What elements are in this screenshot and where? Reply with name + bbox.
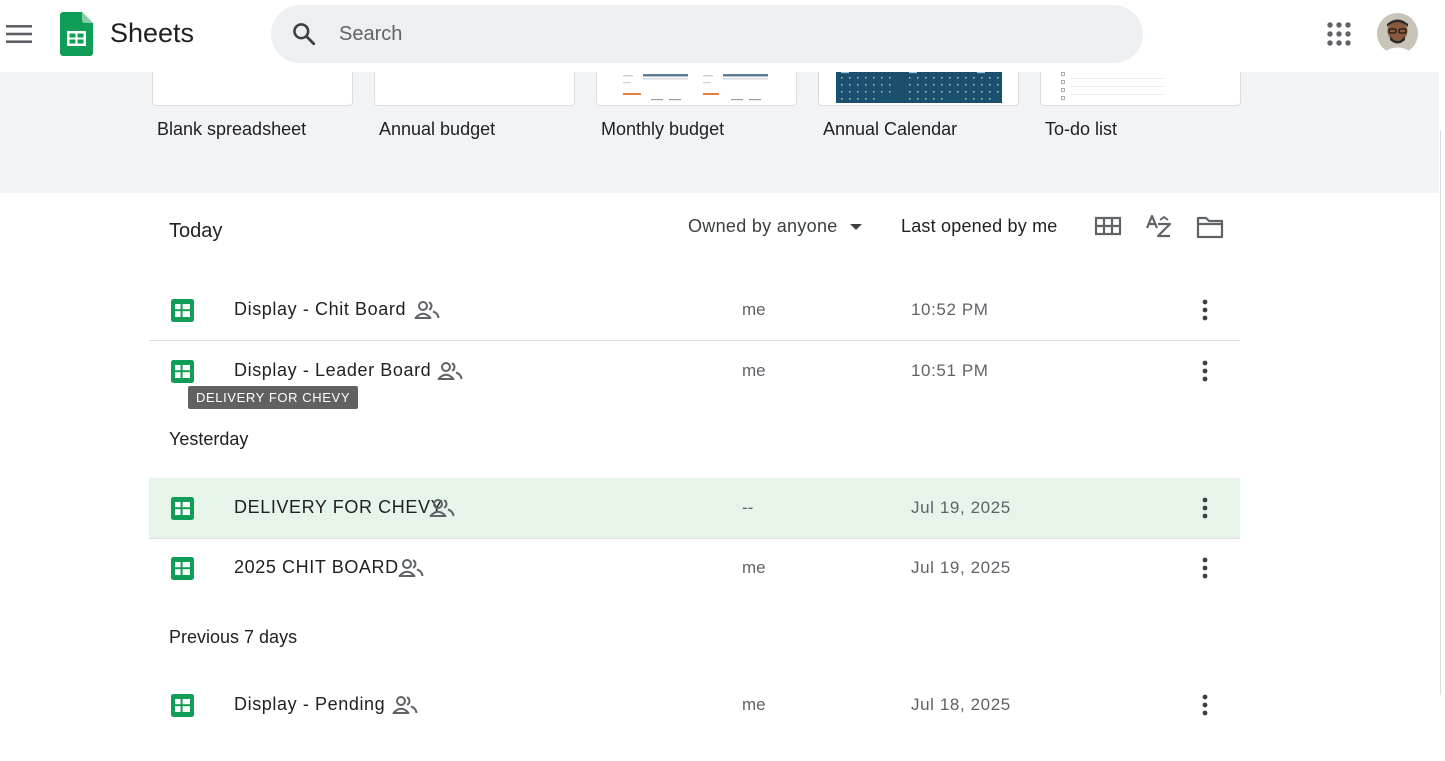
file-name[interactable]: DELIVERY FOR CHEVY	[234, 497, 443, 518]
main-menu-button[interactable]	[4, 16, 34, 52]
file-owner: me	[742, 361, 766, 380]
more-vert-icon[interactable]	[1193, 296, 1217, 324]
template-label[interactable]: Annual budget	[379, 119, 495, 140]
file-owner: me	[742, 558, 766, 577]
template-thumbnail-todo-list[interactable]	[1040, 70, 1241, 106]
top-bar: Sheets	[0, 0, 1445, 72]
shared-people-icon	[392, 696, 418, 714]
file-name[interactable]: Display - Pending	[234, 694, 385, 715]
todo-preview-icon	[1061, 72, 1165, 100]
file-name[interactable]: Display - Leader Board	[234, 360, 431, 381]
monthly-budget-preview-icon	[623, 70, 768, 101]
group-label-yesterday: Yesterday	[169, 429, 249, 449]
dropdown-caret-icon	[849, 223, 862, 230]
file-last-opened: 10:51 PM	[911, 361, 989, 380]
template-thumbnail-blank[interactable]	[152, 70, 353, 106]
shared-people-icon	[429, 499, 455, 517]
owner-filter-dropdown[interactable]: Owned by anyone	[688, 216, 862, 237]
file-name[interactable]: 2025 CHIT BOARD	[234, 557, 399, 578]
search-bar[interactable]	[271, 5, 1143, 63]
sheets-file-icon	[171, 360, 194, 383]
sort-az-icon[interactable]	[1144, 212, 1174, 242]
template-label[interactable]: Blank spreadsheet	[157, 119, 306, 140]
more-vert-icon[interactable]	[1193, 357, 1217, 385]
sheets-logo-icon[interactable]	[60, 12, 93, 56]
sheets-file-icon	[171, 299, 194, 322]
file-owner: me	[742, 695, 766, 714]
grid-view-icon[interactable]	[1093, 212, 1123, 242]
group-label-previous-7-days: Previous 7 days	[169, 627, 298, 647]
sheets-file-icon	[171, 694, 194, 717]
template-label[interactable]: To-do list	[1045, 119, 1117, 140]
shared-people-icon	[437, 362, 463, 380]
sheets-file-icon	[171, 497, 194, 520]
menu-icon	[6, 25, 32, 43]
template-thumbnail-annual-budget[interactable]	[374, 70, 575, 106]
section-title: Today	[169, 220, 223, 242]
template-gallery: Blank spreadsheet Annual budget Monthly …	[0, 70, 1439, 193]
file-row[interactable]: Display - Pending me Jul 18, 2025	[149, 675, 1240, 735]
file-name-tooltip: DELIVERY FOR CHEVY	[188, 386, 359, 409]
more-vert-icon[interactable]	[1193, 691, 1217, 719]
file-last-opened: Jul 18, 2025	[911, 695, 1011, 714]
file-row[interactable]: 2025 CHIT BOARD me Jul 19, 2025	[149, 538, 1240, 598]
more-vert-icon[interactable]	[1193, 554, 1217, 582]
file-last-opened: Jul 19, 2025	[911, 498, 1011, 517]
template-label[interactable]: Annual Calendar	[823, 119, 957, 140]
template-thumbnail-annual-calendar[interactable]	[818, 70, 1019, 106]
owner-filter-label: Owned by anyone	[688, 216, 838, 236]
scrollbar-track[interactable]	[1440, 130, 1441, 695]
file-last-opened: Jul 19, 2025	[911, 558, 1011, 577]
search-input[interactable]	[339, 17, 1099, 51]
user-photo-icon	[1377, 13, 1418, 54]
shared-people-icon	[398, 559, 424, 577]
more-vert-icon[interactable]	[1193, 494, 1217, 522]
shared-people-icon	[414, 301, 440, 319]
file-row-selected[interactable]: DELIVERY FOR CHEVY -- Jul 19, 2025	[149, 478, 1240, 539]
file-owner: me	[742, 300, 766, 319]
file-last-opened: 10:52 PM	[911, 300, 989, 319]
file-name[interactable]: Display - Chit Board	[234, 299, 406, 320]
file-row[interactable]: Display - Chit Board me 10:52 PM	[149, 280, 1240, 341]
app-name[interactable]: Sheets	[110, 18, 194, 49]
sheets-file-icon	[171, 557, 194, 580]
template-thumbnail-monthly-budget[interactable]	[596, 70, 797, 106]
file-owner: --	[742, 498, 754, 517]
avatar[interactable]	[1377, 13, 1418, 54]
search-icon[interactable]	[291, 21, 317, 47]
sort-label[interactable]: Last opened by me	[901, 216, 1058, 237]
apps-grid-icon[interactable]	[1322, 17, 1356, 51]
calendar-preview-icon	[836, 70, 1002, 103]
template-label[interactable]: Monthly budget	[601, 119, 724, 140]
folder-icon[interactable]	[1195, 212, 1225, 242]
